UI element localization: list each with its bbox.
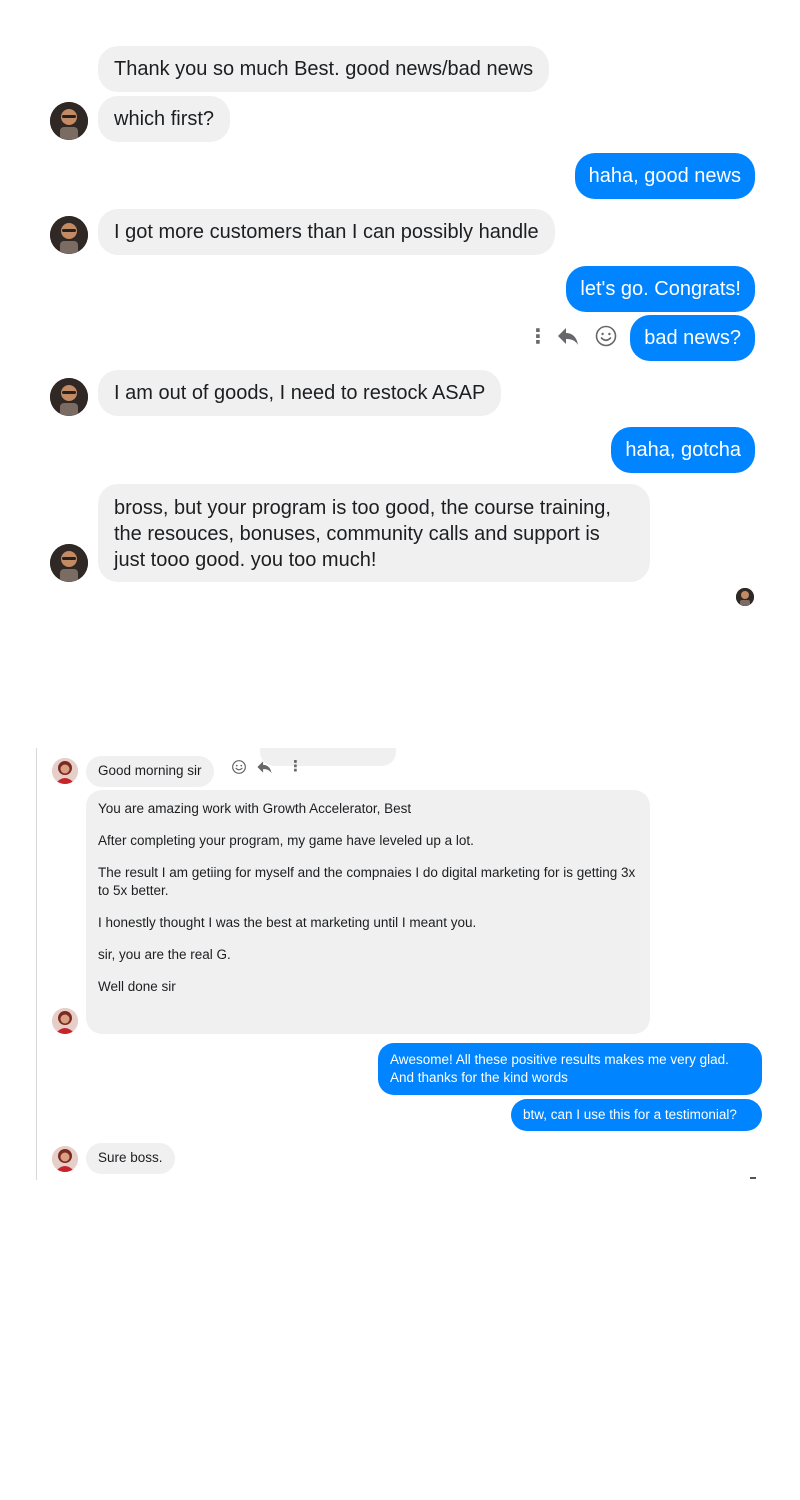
incoming-message[interactable]: Good morning sir <box>86 756 214 787</box>
incoming-message[interactable]: bross, but your program is too good, the… <box>98 484 650 582</box>
outgoing-message[interactable]: let's go. Congrats! <box>566 266 755 312</box>
thread-divider <box>36 748 37 1180</box>
outgoing-message[interactable]: bad news? <box>630 315 755 361</box>
incoming-message[interactable]: Sure boss. <box>86 1143 175 1174</box>
reply-icon[interactable] <box>256 759 273 778</box>
message-paragraph: You are amazing work with Growth Acceler… <box>98 801 412 816</box>
contact-avatar[interactable] <box>50 544 88 582</box>
seen-avatar <box>736 588 754 606</box>
incoming-message[interactable]: I got more customers than I can possibly… <box>98 209 555 255</box>
message-paragraph: sir, you are the real G. <box>98 947 231 962</box>
contact-avatar[interactable] <box>50 102 88 140</box>
contact-avatar[interactable] <box>52 1008 78 1034</box>
previous-message-edge <box>260 748 396 766</box>
contact-avatar[interactable] <box>50 378 88 416</box>
more-options-icon[interactable]: ⋮ <box>528 327 548 347</box>
incoming-message[interactable]: I am out of goods, I need to restock ASA… <box>98 370 502 416</box>
incoming-message[interactable]: Thank you so much Best. good news/bad ne… <box>98 46 550 92</box>
scroll-indicator <box>750 1177 756 1179</box>
message-paragraph: After completing your program, my game h… <box>98 833 474 848</box>
outgoing-message[interactable]: btw, can I use this for a testimonial? <box>511 1099 762 1131</box>
smiley-icon[interactable] <box>594 324 618 352</box>
contact-avatar[interactable] <box>52 758 78 784</box>
message-paragraph: The result I am getiing for myself and t… <box>98 865 636 898</box>
contact-avatar[interactable] <box>52 1146 78 1172</box>
outgoing-message[interactable]: haha, good news <box>574 153 755 199</box>
reply-icon[interactable] <box>556 325 580 351</box>
message-paragraph: I honestly thought I was the best at mar… <box>98 915 477 930</box>
outgoing-message[interactable]: haha, gotcha <box>611 427 755 473</box>
incoming-message[interactable]: which first? <box>98 96 231 142</box>
outgoing-message[interactable]: Awesome! All these positive results make… <box>378 1043 762 1095</box>
incoming-message-long[interactable]: You are amazing work with Growth Acceler… <box>86 790 650 1034</box>
message-paragraph: Well done sir <box>98 979 176 994</box>
contact-avatar[interactable] <box>50 216 88 254</box>
more-options-icon[interactable]: ⋮ <box>288 759 303 774</box>
smiley-icon[interactable] <box>231 759 247 778</box>
